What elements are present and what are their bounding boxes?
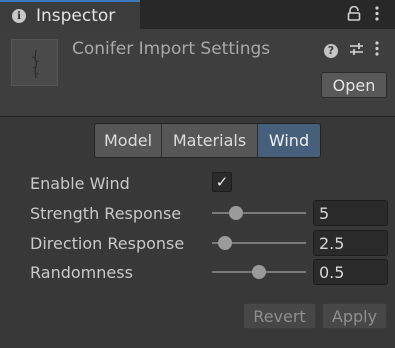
randomness-input[interactable]: 0.5 (313, 259, 388, 285)
enable-wind-checkbox[interactable]: ✓ (212, 172, 232, 192)
slider-thumb[interactable] (228, 206, 243, 220)
enable-wind-label: Enable Wind (30, 173, 130, 193)
direction-response-label: Direction Response (30, 233, 185, 253)
slider-track (212, 212, 306, 214)
tab-model[interactable]: Model (95, 124, 162, 157)
revert-button[interactable]: Revert (243, 303, 316, 329)
apply-button[interactable]: Apply (322, 303, 387, 329)
help-icon[interactable]: ? (324, 43, 338, 58)
direction-response-input[interactable]: 2.5 (313, 230, 388, 256)
enable-wind-row: Enable Wind ✓ (30, 170, 390, 196)
preset-icon[interactable] (349, 41, 364, 60)
lock-icon[interactable] (347, 5, 361, 25)
randomness-label: Randomness (30, 262, 133, 282)
inspector-tab-title: Inspector (36, 6, 116, 26)
asset-header: Conifer Import Settings ? Open (0, 29, 395, 117)
direction-response-row: Direction Response 2.5 (30, 230, 390, 256)
conifer-preview-icon (31, 49, 40, 79)
window-tab-bar: i Inspector (0, 0, 395, 30)
randomness-slider[interactable] (212, 259, 306, 285)
strength-response-row: Strength Response 5 (30, 200, 390, 226)
import-settings-tabs: Model Materials Wind (94, 123, 321, 158)
strength-response-input[interactable]: 5 (313, 200, 388, 226)
tab-materials[interactable]: Materials (162, 124, 258, 157)
asset-title: Conifer Import Settings (72, 39, 271, 59)
open-button[interactable]: Open (321, 72, 387, 98)
inspector-tab[interactable]: i Inspector (0, 0, 140, 30)
tab-wind[interactable]: Wind (258, 124, 320, 157)
info-icon: i (12, 9, 26, 23)
randomness-row: Randomness 0.5 (30, 259, 390, 285)
kebab-menu-icon[interactable] (375, 41, 379, 60)
asset-thumbnail (11, 39, 58, 86)
strength-response-label: Strength Response (30, 203, 182, 223)
direction-response-slider[interactable] (212, 230, 306, 256)
slider-thumb[interactable] (218, 236, 233, 250)
kebab-menu-icon[interactable] (375, 6, 379, 25)
slider-thumb[interactable] (252, 265, 266, 279)
strength-response-slider[interactable] (212, 200, 306, 226)
